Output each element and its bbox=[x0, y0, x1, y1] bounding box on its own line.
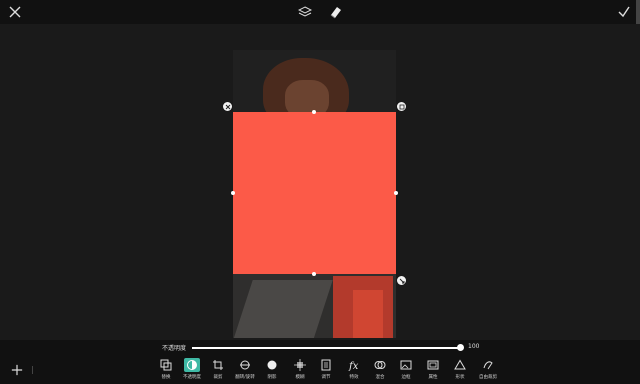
tool-shape[interactable]: 形状 bbox=[448, 358, 472, 384]
resize-rotate-corner-icon[interactable] bbox=[397, 276, 406, 285]
tool-border[interactable]: 边框 bbox=[394, 358, 418, 384]
blur-icon bbox=[292, 358, 308, 372]
tool-adjust[interactable]: 调节 bbox=[314, 358, 338, 384]
tool-properties[interactable]: 属性 bbox=[421, 358, 445, 384]
opacity-slider-row: 不透明度 100 bbox=[0, 340, 640, 356]
tool-opacity[interactable]: 不透明度 bbox=[180, 358, 204, 384]
check-icon[interactable] bbox=[615, 3, 633, 21]
tool-label: 不透明度 bbox=[183, 375, 201, 380]
tool-shadow[interactable]: 阴影 bbox=[260, 358, 284, 384]
tool-label: 混合 bbox=[375, 375, 385, 380]
adjust-icon bbox=[318, 358, 334, 372]
add-icon[interactable] bbox=[10, 363, 24, 377]
flip-rotate-icon bbox=[237, 358, 253, 372]
replace-icon bbox=[158, 358, 174, 372]
tool-freecrop[interactable]: 自由裁剪 bbox=[476, 358, 500, 384]
freecrop-icon bbox=[480, 358, 496, 372]
sticker-layer[interactable] bbox=[233, 112, 396, 274]
shadow-icon bbox=[264, 358, 280, 372]
properties-icon bbox=[425, 358, 441, 372]
tool-crop[interactable]: 裁剪 bbox=[206, 358, 230, 384]
tool-label: 模糊 bbox=[295, 375, 305, 380]
tool-fx[interactable]: fx 特效 bbox=[342, 358, 366, 384]
tool-label: 形状 bbox=[455, 375, 465, 380]
tool-blend[interactable]: 混合 bbox=[368, 358, 392, 384]
tool-label: 调节 bbox=[321, 375, 331, 380]
handle-bottom[interactable] bbox=[312, 272, 316, 276]
opacity-icon bbox=[184, 358, 200, 372]
opacity-slider-thumb[interactable] bbox=[456, 344, 464, 351]
tool-label: 阴影 bbox=[267, 375, 277, 380]
blend-icon bbox=[372, 358, 388, 372]
opacity-slider-fill bbox=[192, 347, 460, 349]
opacity-label: 不透明度 bbox=[162, 345, 187, 352]
tool-label: 边框 bbox=[401, 375, 411, 380]
opacity-value: 100 bbox=[468, 343, 480, 350]
layers-icon[interactable] bbox=[296, 3, 314, 21]
tool-blur[interactable]: 模糊 bbox=[288, 358, 312, 384]
fx-icon: fx bbox=[346, 358, 362, 372]
delete-corner-icon[interactable] bbox=[223, 102, 232, 111]
tool-label: 裁剪 bbox=[213, 375, 223, 380]
shape-icon bbox=[452, 358, 468, 372]
tool-label: 特效 bbox=[349, 375, 359, 380]
handle-right[interactable] bbox=[394, 191, 398, 195]
handle-left[interactable] bbox=[231, 191, 235, 195]
tool-label: 自由裁剪 bbox=[479, 375, 497, 380]
top-bar bbox=[0, 0, 640, 24]
tool-replace[interactable]: 替换 bbox=[154, 358, 178, 384]
handle-top[interactable] bbox=[312, 110, 316, 114]
tool-label: 属性 bbox=[428, 375, 438, 380]
tool-label: 替换 bbox=[161, 375, 171, 380]
tool-label: 翻转/旋转 bbox=[235, 375, 255, 380]
tool-flip-rotate[interactable]: 翻转/旋转 bbox=[233, 358, 257, 384]
svg-text:fx: fx bbox=[348, 361, 359, 371]
close-icon[interactable] bbox=[6, 3, 24, 21]
toolbar-divider bbox=[32, 366, 33, 374]
crop-icon bbox=[210, 358, 226, 372]
eraser-icon[interactable] bbox=[326, 3, 344, 21]
duplicate-corner-icon[interactable] bbox=[397, 102, 406, 111]
bottom-toolbar: 替换 不透明度 裁剪 翻转/旋转 阴影 模糊 调节 fx 特效 混合 边框 属性 形状 自由裁剪 bbox=[0, 356, 640, 384]
opacity-slider-track[interactable] bbox=[192, 347, 460, 349]
photo-scarf-fold bbox=[353, 290, 383, 338]
border-icon bbox=[398, 358, 414, 372]
